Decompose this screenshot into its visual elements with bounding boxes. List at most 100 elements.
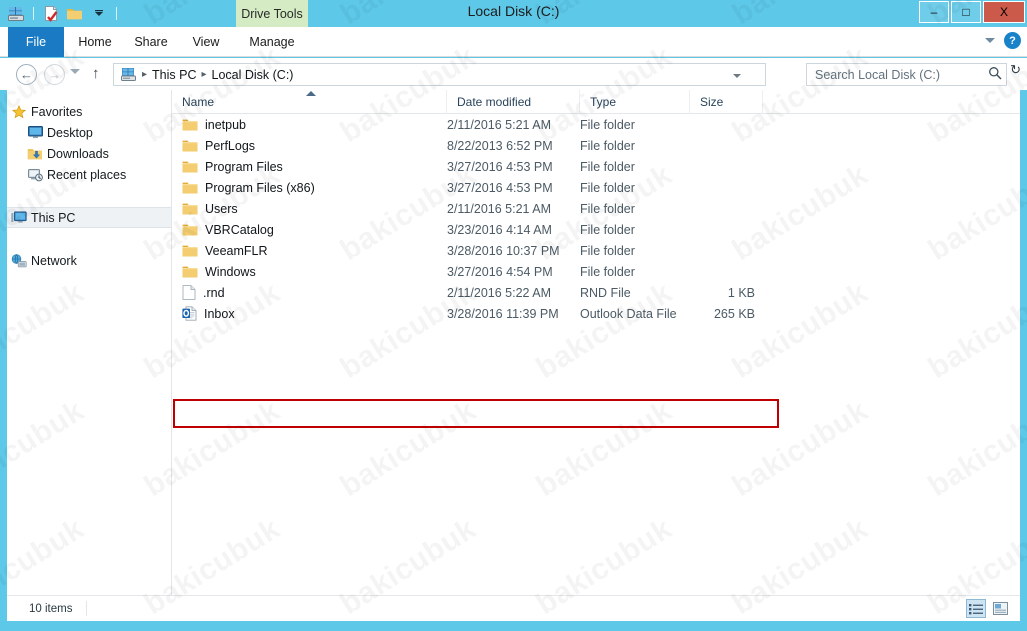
cell-name[interactable]: PerfLogs bbox=[172, 139, 447, 153]
downloads-icon bbox=[23, 147, 47, 161]
explorer-body: Favorites Desktop Downloads Recent place… bbox=[0, 90, 1027, 595]
table-row[interactable]: inetpub 2/11/2016 5:21 AM File folder bbox=[172, 114, 1020, 135]
cell-date-modified: 3/27/2016 4:54 PM bbox=[447, 264, 553, 279]
title-bar: Local Disk (C:) – □ X bbox=[0, 0, 1027, 27]
status-bar: 10 items bbox=[7, 595, 1020, 621]
table-row[interactable]: Inbox 3/28/2016 11:39 PM Outlook Data File… bbox=[172, 303, 1020, 324]
item-count-label: 10 items bbox=[29, 602, 73, 615]
close-button[interactable]: X bbox=[983, 1, 1025, 23]
status-divider bbox=[86, 601, 88, 616]
cell-name[interactable]: inetpub bbox=[172, 118, 447, 132]
help-icon[interactable]: ? bbox=[1004, 32, 1021, 49]
network-icon bbox=[7, 253, 31, 268]
file-name-label: .rnd bbox=[203, 285, 225, 300]
desktop-icon bbox=[23, 126, 47, 139]
table-row[interactable]: Program Files (x86) 3/27/2016 4:53 PM File… bbox=[172, 177, 1020, 198]
column-header-date-modified[interactable]: Date modified bbox=[447, 90, 580, 114]
sidebar-label-recent-places: Recent places bbox=[47, 167, 127, 182]
folder-icon bbox=[182, 118, 198, 131]
this-pc-breadcrumb-icon bbox=[121, 67, 137, 82]
file-name-label: Program Files bbox=[205, 159, 283, 174]
tab-home[interactable]: Home bbox=[68, 27, 122, 57]
table-row[interactable]: .rnd 2/11/2016 5:22 AM RND File 1 KB bbox=[172, 282, 1020, 303]
cell-type: File folder bbox=[580, 180, 635, 195]
generic-file-icon bbox=[182, 285, 196, 300]
ribbon-right-controls: ? bbox=[985, 32, 1021, 49]
cell-name[interactable]: Users bbox=[172, 202, 447, 216]
table-row[interactable]: Users 2/11/2016 5:21 AM File folder bbox=[172, 198, 1020, 219]
table-row[interactable]: VeeamFLR 3/28/2016 10:37 PM File folder bbox=[172, 240, 1020, 261]
cell-name[interactable]: Windows bbox=[172, 265, 447, 279]
file-list-pane: Name Date modified Type Size inetpub 2/11… bbox=[172, 90, 1020, 595]
column-header-size[interactable]: Size bbox=[690, 90, 763, 114]
breadcrumb-this-pc[interactable]: This PC bbox=[152, 68, 196, 82]
table-row[interactable]: PerfLogs 8/22/2013 6:52 PM File folder bbox=[172, 135, 1020, 156]
sidebar-label-downloads: Downloads bbox=[47, 146, 109, 161]
tab-view[interactable]: View bbox=[180, 27, 232, 57]
star-icon bbox=[7, 104, 31, 119]
file-name-label: Program Files (x86) bbox=[205, 180, 315, 195]
up-button[interactable]: ↑ bbox=[92, 65, 100, 83]
table-row[interactable]: Windows 3/27/2016 4:54 PM File folder bbox=[172, 261, 1020, 282]
nav-spacer-1b bbox=[7, 196, 171, 207]
sidebar-item-recent-places[interactable]: Recent places bbox=[7, 164, 171, 185]
cell-name[interactable]: VeeamFLR bbox=[172, 244, 447, 258]
cell-date-modified: 3/27/2016 4:53 PM bbox=[447, 159, 553, 174]
file-name-label: Users bbox=[205, 201, 238, 216]
recent-places-icon bbox=[23, 168, 47, 182]
cell-name[interactable]: .rnd bbox=[172, 285, 447, 300]
cell-type: File folder bbox=[580, 138, 635, 153]
breadcrumb-dropdown-icon[interactable] bbox=[733, 74, 741, 78]
forward-button[interactable]: → bbox=[44, 64, 65, 85]
minimize-button[interactable]: – bbox=[919, 1, 949, 23]
file-name-label: PerfLogs bbox=[205, 138, 256, 153]
cell-name[interactable]: VBRCatalog bbox=[172, 223, 447, 237]
chevron-down-icon[interactable] bbox=[985, 38, 995, 43]
tab-manage[interactable]: Manage bbox=[236, 27, 308, 57]
column-label-date: Date modified bbox=[457, 95, 532, 109]
cell-date-modified: 3/23/2016 4:14 AM bbox=[447, 222, 552, 237]
folder-icon bbox=[182, 181, 198, 194]
column-header-type[interactable]: Type bbox=[580, 90, 690, 114]
back-button[interactable]: ← bbox=[16, 64, 37, 85]
table-row[interactable]: Program Files 3/27/2016 4:53 PM File folde… bbox=[172, 156, 1020, 177]
file-name-label: VeeamFLR bbox=[205, 243, 268, 258]
column-label-type: Type bbox=[590, 95, 617, 109]
breadcrumb-separator-2: ▸ bbox=[201, 69, 207, 80]
cell-type: File folder bbox=[580, 243, 635, 258]
search-input[interactable] bbox=[807, 67, 984, 82]
sidebar-item-desktop[interactable]: Desktop bbox=[7, 122, 171, 143]
tab-share[interactable]: Share bbox=[124, 27, 178, 57]
search-icon[interactable] bbox=[984, 66, 1006, 83]
maximize-button[interactable]: □ bbox=[951, 1, 981, 23]
cell-name[interactable]: Program Files (x86) bbox=[172, 181, 447, 195]
file-name-label: VBRCatalog bbox=[205, 222, 274, 237]
cell-date-modified: 3/28/2016 11:39 PM bbox=[447, 306, 559, 321]
this-pc-icon bbox=[7, 211, 31, 225]
nav-spacer-1 bbox=[7, 185, 171, 196]
sidebar-item-network[interactable]: Network bbox=[7, 250, 171, 271]
cell-type: File folder bbox=[580, 264, 635, 279]
sidebar-item-downloads[interactable]: Downloads bbox=[7, 143, 171, 164]
details-view-toggle[interactable] bbox=[966, 599, 986, 618]
tab-file[interactable]: File bbox=[8, 27, 64, 57]
cell-name[interactable]: Program Files bbox=[172, 160, 447, 174]
navigation-pane: Favorites Desktop Downloads Recent place… bbox=[7, 90, 171, 595]
search-box[interactable] bbox=[806, 63, 1007, 86]
table-row[interactable]: VBRCatalog 3/23/2016 4:14 AM File folder bbox=[172, 219, 1020, 240]
cell-type: Outlook Data File bbox=[580, 306, 677, 321]
sidebar-item-favorites[interactable]: Favorites bbox=[7, 101, 171, 122]
breadcrumb[interactable]: ▸ This PC ▸ Local Disk (C:) bbox=[113, 63, 766, 86]
recent-locations-icon[interactable] bbox=[70, 69, 80, 74]
window-title: Local Disk (C:) bbox=[467, 3, 560, 19]
breadcrumb-local-disk[interactable]: Local Disk (C:) bbox=[212, 68, 294, 82]
column-header-name[interactable]: Name bbox=[172, 90, 447, 114]
folder-icon bbox=[182, 223, 198, 236]
folder-icon bbox=[182, 244, 198, 257]
refresh-button[interactable]: ↻ bbox=[1010, 62, 1021, 78]
sidebar-item-this-pc[interactable]: This PC bbox=[7, 207, 171, 228]
cell-size: 1 KB bbox=[727, 285, 755, 300]
cell-name[interactable]: Inbox bbox=[172, 306, 447, 321]
large-icons-view-toggle[interactable] bbox=[990, 599, 1010, 618]
window-bottom-edge bbox=[0, 621, 1027, 631]
